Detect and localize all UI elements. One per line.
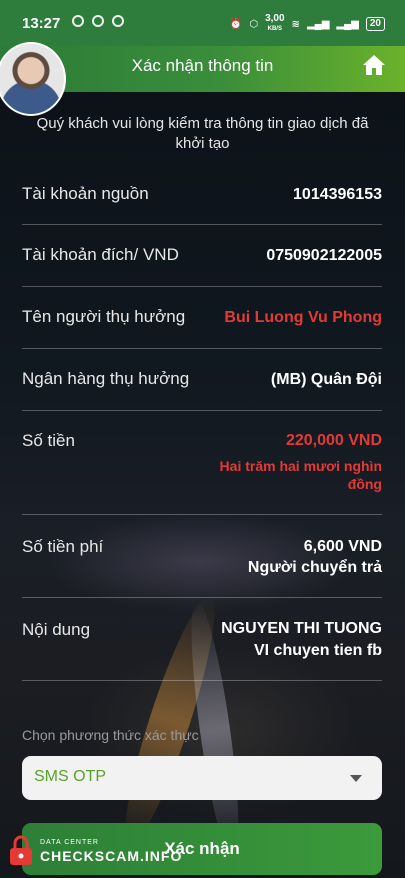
data-saver-icon: ⬡ [249,18,259,30]
notification-icon [92,15,104,27]
battery-icon: 20 [365,17,385,31]
detail-row-bank: Ngân hàng thụ hưởng (MB) Quân Đội [22,349,382,411]
status-time: 13:27 [22,15,61,32]
detail-value: NGUYEN THI TUONG [221,620,382,637]
detail-value: 1014396153 [293,186,382,203]
lock-icon [10,835,32,865]
detail-value: 220,000 VND [285,432,382,449]
checkscam-watermark: DATA CENTER CHECKSCAM.INFO [4,826,183,874]
detail-label: Tài khoản nguồn [22,184,149,203]
detail-value: Bui Luong Vu Phong [224,309,382,326]
net-speed-value: 3,00 [265,13,285,24]
detail-label: Nội dung [22,620,91,639]
auth-method-select[interactable]: SMS OTP [22,756,382,800]
watermark-line1: DATA CENTER [40,839,99,846]
watermark-line2: CHECKSCAM.INFO [40,848,183,864]
net-speed-unit: KB/S [267,26,282,32]
dropdown-caret-icon [350,775,362,782]
home-icon[interactable] [362,54,386,76]
fee-payer: Người chuyển trả [247,559,382,576]
detail-value: 6,600 VND [303,538,382,555]
signal-icon: ▂▄▆ [306,18,330,30]
detail-label: Số tiền [22,431,75,450]
auth-method-label: Chọn phương thức xác thực [22,727,199,743]
notification-icon [72,15,84,27]
messenger-icon [112,15,124,27]
detail-label: Tài khoản đích/ VND [22,245,179,264]
detail-label: Tên người thụ hưởng [22,307,186,326]
detail-row-dest-account: Tài khoản đích/ VND 0750902122005 [22,225,382,287]
detail-value: 0750902122005 [266,247,382,264]
net-speed: 3,00 KB/S [265,14,284,34]
notice-text: Quý khách vui lòng kiểm tra thông tin gi… [36,115,369,152]
auth-method-value: SMS OTP [34,768,107,785]
detail-row-beneficiary: Tên người thụ hưởng Bui Luong Vu Phong [22,287,382,349]
content-line-2: VI chuyen tien fb [253,642,382,659]
status-bar: 13:27 ⏰ ⬡ 3,00 KB/S ≋ ▂▄▆ ▂▄▆ 20 [0,0,405,46]
detail-label: Ngân hàng thụ hưởng [22,369,190,388]
wifi-icon: ≋ [291,18,300,30]
alarm-icon: ⏰ [229,18,243,30]
detail-row-content: Nội dung NGUYEN THI TUONG VI chuyen tien… [22,598,382,681]
detail-row-amount: Số tiền 220,000 VND Hai trăm hai mươi ng… [22,411,382,515]
notification-icons [72,15,124,27]
status-right: ⏰ ⬡ 3,00 KB/S ≋ ▂▄▆ ▂▄▆ 20 [230,14,385,34]
amount-in-words: Hai trăm hai mươi nghìn đồng [219,458,382,492]
signal-icon: ▂▄▆ [336,18,359,30]
detail-label: Số tiền phí [22,537,104,556]
detail-row-source-account: Tài khoản nguồn 1014396153 [22,170,382,225]
detail-row-fee: Số tiền phí 6,600 VND Người chuyển trả [22,515,382,598]
detail-value: (MB) Quân Đội [270,371,382,388]
